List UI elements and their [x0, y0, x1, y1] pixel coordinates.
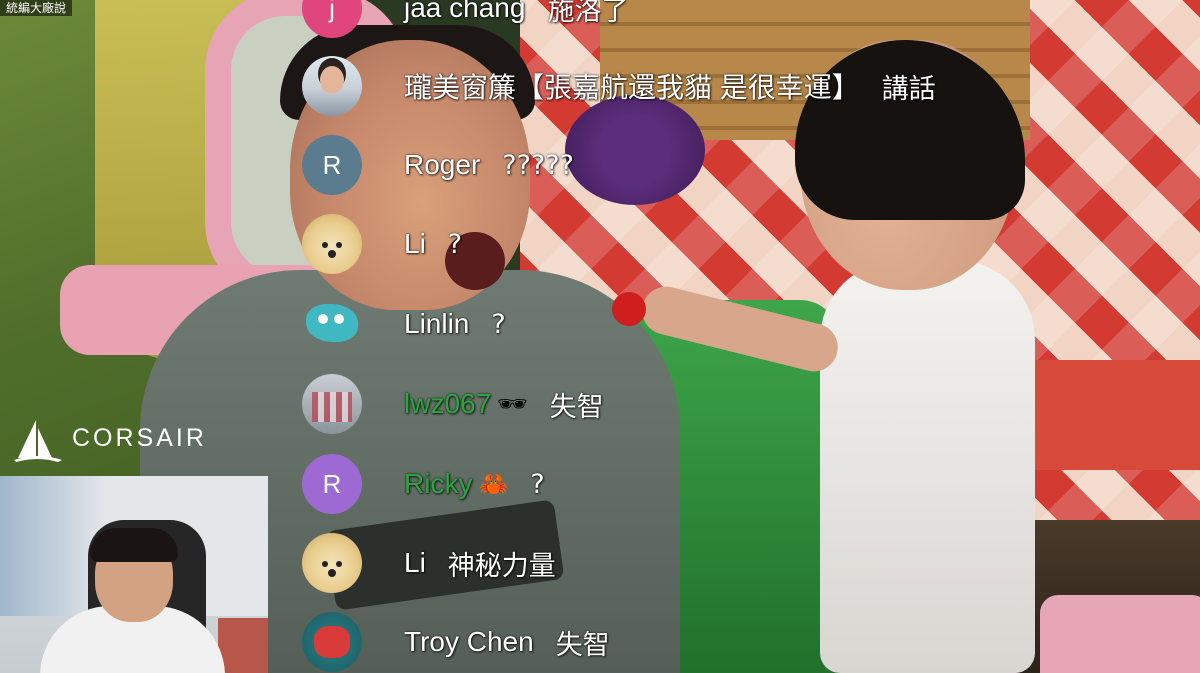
chat-message: 瓏美窗簾【張嘉航還我貓 是很幸運】 講話 [302, 56, 936, 116]
chat-text: ? [530, 468, 545, 500]
chat-message: Li ? [302, 214, 462, 274]
chat-text: ????? [502, 149, 574, 181]
sails-icon [12, 412, 64, 464]
avatar-letter: j [329, 0, 335, 23]
chat-text: 失智 [555, 629, 610, 661]
chat-author[interactable]: Roger [404, 149, 480, 181]
chat-author[interactable]: jaa chang [404, 0, 525, 24]
chat-text: 失智 [549, 391, 604, 423]
chat-author[interactable]: Troy Chen [404, 626, 534, 658]
chat-message: R Roger ????? [302, 135, 574, 195]
sponsor-logo: CORSAIR [12, 412, 207, 464]
member-badge-icon: 🦀 [478, 470, 509, 498]
webcam-shelf [218, 618, 268, 673]
member-badge-icon: 🕶 [497, 390, 528, 418]
doge-avatar[interactable] [302, 533, 362, 593]
chat-text: 神秘力量 [447, 550, 556, 582]
chat-author[interactable]: Li [404, 228, 426, 260]
chat-message: Troy Chen 失智 [302, 612, 610, 672]
avatar-letter: R [322, 150, 342, 180]
chat-text: 施洛了 [547, 0, 629, 27]
chat-author[interactable]: 瓏美窗簾【張嘉航還我貓 是很幸運】 [404, 66, 860, 106]
chat-message: Li 神秘力量 [302, 533, 556, 593]
chat-text: ? [491, 308, 506, 340]
chat-author-member[interactable]: lwz067 [404, 388, 491, 420]
live-chat-overlay: j jaa chang 施洛了 瓏美窗簾【張嘉航還我貓 是很幸運】 講話 R R… [302, 0, 1082, 673]
channel-watermark: 統編大廠說 [0, 0, 73, 16]
boxing-glove-avatar[interactable] [302, 612, 362, 672]
webcam-person-hair [90, 528, 178, 562]
avatar-letter: R [322, 469, 342, 499]
letter-avatar[interactable]: R [302, 454, 362, 514]
streamer-webcam [0, 476, 268, 673]
chat-message: lwz067 🕶 失智 [302, 374, 604, 434]
doge-avatar[interactable] [302, 214, 362, 274]
teal-cartoon-avatar[interactable] [302, 294, 362, 354]
sponsor-name: CORSAIR [72, 423, 207, 452]
chat-text: 講話 [881, 73, 936, 105]
user-photo-avatar[interactable] [302, 56, 362, 116]
letter-avatar[interactable]: R [302, 135, 362, 195]
chat-author[interactable]: Linlin [404, 308, 469, 340]
chat-message: R Ricky 🦀 ? [302, 454, 545, 514]
chat-author-member[interactable]: Ricky [404, 468, 472, 500]
chat-author[interactable]: Li [404, 547, 426, 579]
street-photo-avatar[interactable] [302, 374, 362, 434]
cartoon-icon [306, 304, 358, 342]
letter-avatar[interactable]: j [302, 0, 362, 38]
chat-message: Linlin ? [302, 294, 506, 354]
chat-text: ? [447, 228, 463, 260]
chat-message: j jaa chang 施洛了 [302, 0, 628, 38]
